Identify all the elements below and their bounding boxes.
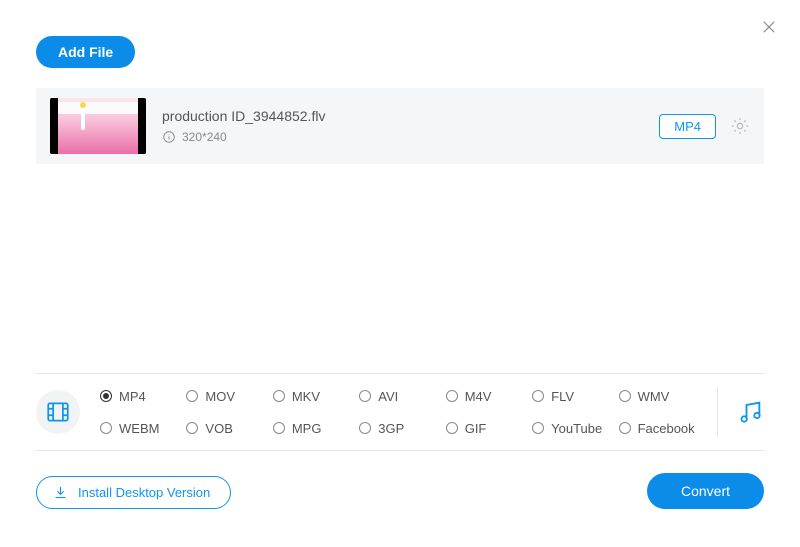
format-option-mkv[interactable]: MKV bbox=[273, 389, 353, 404]
format-option-3gp[interactable]: 3GP bbox=[359, 421, 439, 436]
radio-icon bbox=[446, 390, 458, 402]
file-info: production ID_3944852.flv 320*240 bbox=[162, 108, 659, 144]
format-label: VOB bbox=[205, 421, 232, 436]
format-bar: MP4 MOV MKV AVI M4V FLV WMV WEBM VOB MPG 3GP GIF You… bbox=[36, 373, 764, 451]
radio-icon bbox=[446, 422, 458, 434]
format-label: MP4 bbox=[119, 389, 146, 404]
format-option-mpg[interactable]: MPG bbox=[273, 421, 353, 436]
radio-icon bbox=[532, 422, 544, 434]
format-label: WEBM bbox=[119, 421, 159, 436]
format-label: WMV bbox=[638, 389, 670, 404]
format-option-youtube[interactable]: YouTube bbox=[532, 421, 612, 436]
format-option-avi[interactable]: AVI bbox=[359, 389, 439, 404]
format-option-facebook[interactable]: Facebook bbox=[619, 421, 699, 436]
info-icon[interactable] bbox=[162, 130, 176, 144]
radio-icon bbox=[359, 390, 371, 402]
radio-icon bbox=[186, 390, 198, 402]
format-option-m4v[interactable]: M4V bbox=[446, 389, 526, 404]
format-option-mp4[interactable]: MP4 bbox=[100, 389, 180, 404]
add-file-button[interactable]: Add File bbox=[36, 36, 135, 68]
format-option-wmv[interactable]: WMV bbox=[619, 389, 699, 404]
format-label: MKV bbox=[292, 389, 320, 404]
format-label: AVI bbox=[378, 389, 398, 404]
format-grid: MP4 MOV MKV AVI M4V FLV WMV WEBM VOB MPG 3GP GIF You… bbox=[100, 384, 699, 440]
download-icon bbox=[53, 485, 68, 500]
close-icon[interactable] bbox=[760, 18, 778, 36]
format-label: 3GP bbox=[378, 421, 404, 436]
file-row: production ID_3944852.flv 320*240 MP4 bbox=[36, 88, 764, 164]
format-option-vob[interactable]: VOB bbox=[186, 421, 266, 436]
install-desktop-label: Install Desktop Version bbox=[78, 485, 210, 500]
format-label: Facebook bbox=[638, 421, 695, 436]
file-name: production ID_3944852.flv bbox=[162, 108, 659, 124]
target-format-badge[interactable]: MP4 bbox=[659, 114, 716, 139]
radio-icon bbox=[619, 390, 631, 402]
format-label: MOV bbox=[205, 389, 235, 404]
radio-icon bbox=[273, 390, 285, 402]
file-thumbnail[interactable] bbox=[50, 98, 146, 154]
format-label: YouTube bbox=[551, 421, 602, 436]
radio-icon bbox=[532, 390, 544, 402]
format-option-flv[interactable]: FLV bbox=[532, 389, 612, 404]
format-label: FLV bbox=[551, 389, 574, 404]
format-option-gif[interactable]: GIF bbox=[446, 421, 526, 436]
format-label: GIF bbox=[465, 421, 487, 436]
format-option-webm[interactable]: WEBM bbox=[100, 421, 180, 436]
radio-icon bbox=[273, 422, 285, 434]
format-label: MPG bbox=[292, 421, 322, 436]
radio-icon bbox=[619, 422, 631, 434]
file-resolution: 320*240 bbox=[182, 130, 227, 144]
convert-button[interactable]: Convert bbox=[647, 473, 764, 509]
file-meta: 320*240 bbox=[162, 130, 659, 144]
radio-icon bbox=[100, 390, 112, 402]
gear-icon[interactable] bbox=[730, 116, 750, 136]
video-formats-icon[interactable] bbox=[36, 390, 80, 434]
radio-icon bbox=[359, 422, 371, 434]
radio-icon bbox=[100, 422, 112, 434]
format-divider bbox=[717, 388, 718, 436]
format-label: M4V bbox=[465, 389, 492, 404]
radio-icon bbox=[186, 422, 198, 434]
install-desktop-button[interactable]: Install Desktop Version bbox=[36, 476, 231, 509]
format-option-mov[interactable]: MOV bbox=[186, 389, 266, 404]
audio-formats-icon[interactable] bbox=[736, 398, 764, 426]
